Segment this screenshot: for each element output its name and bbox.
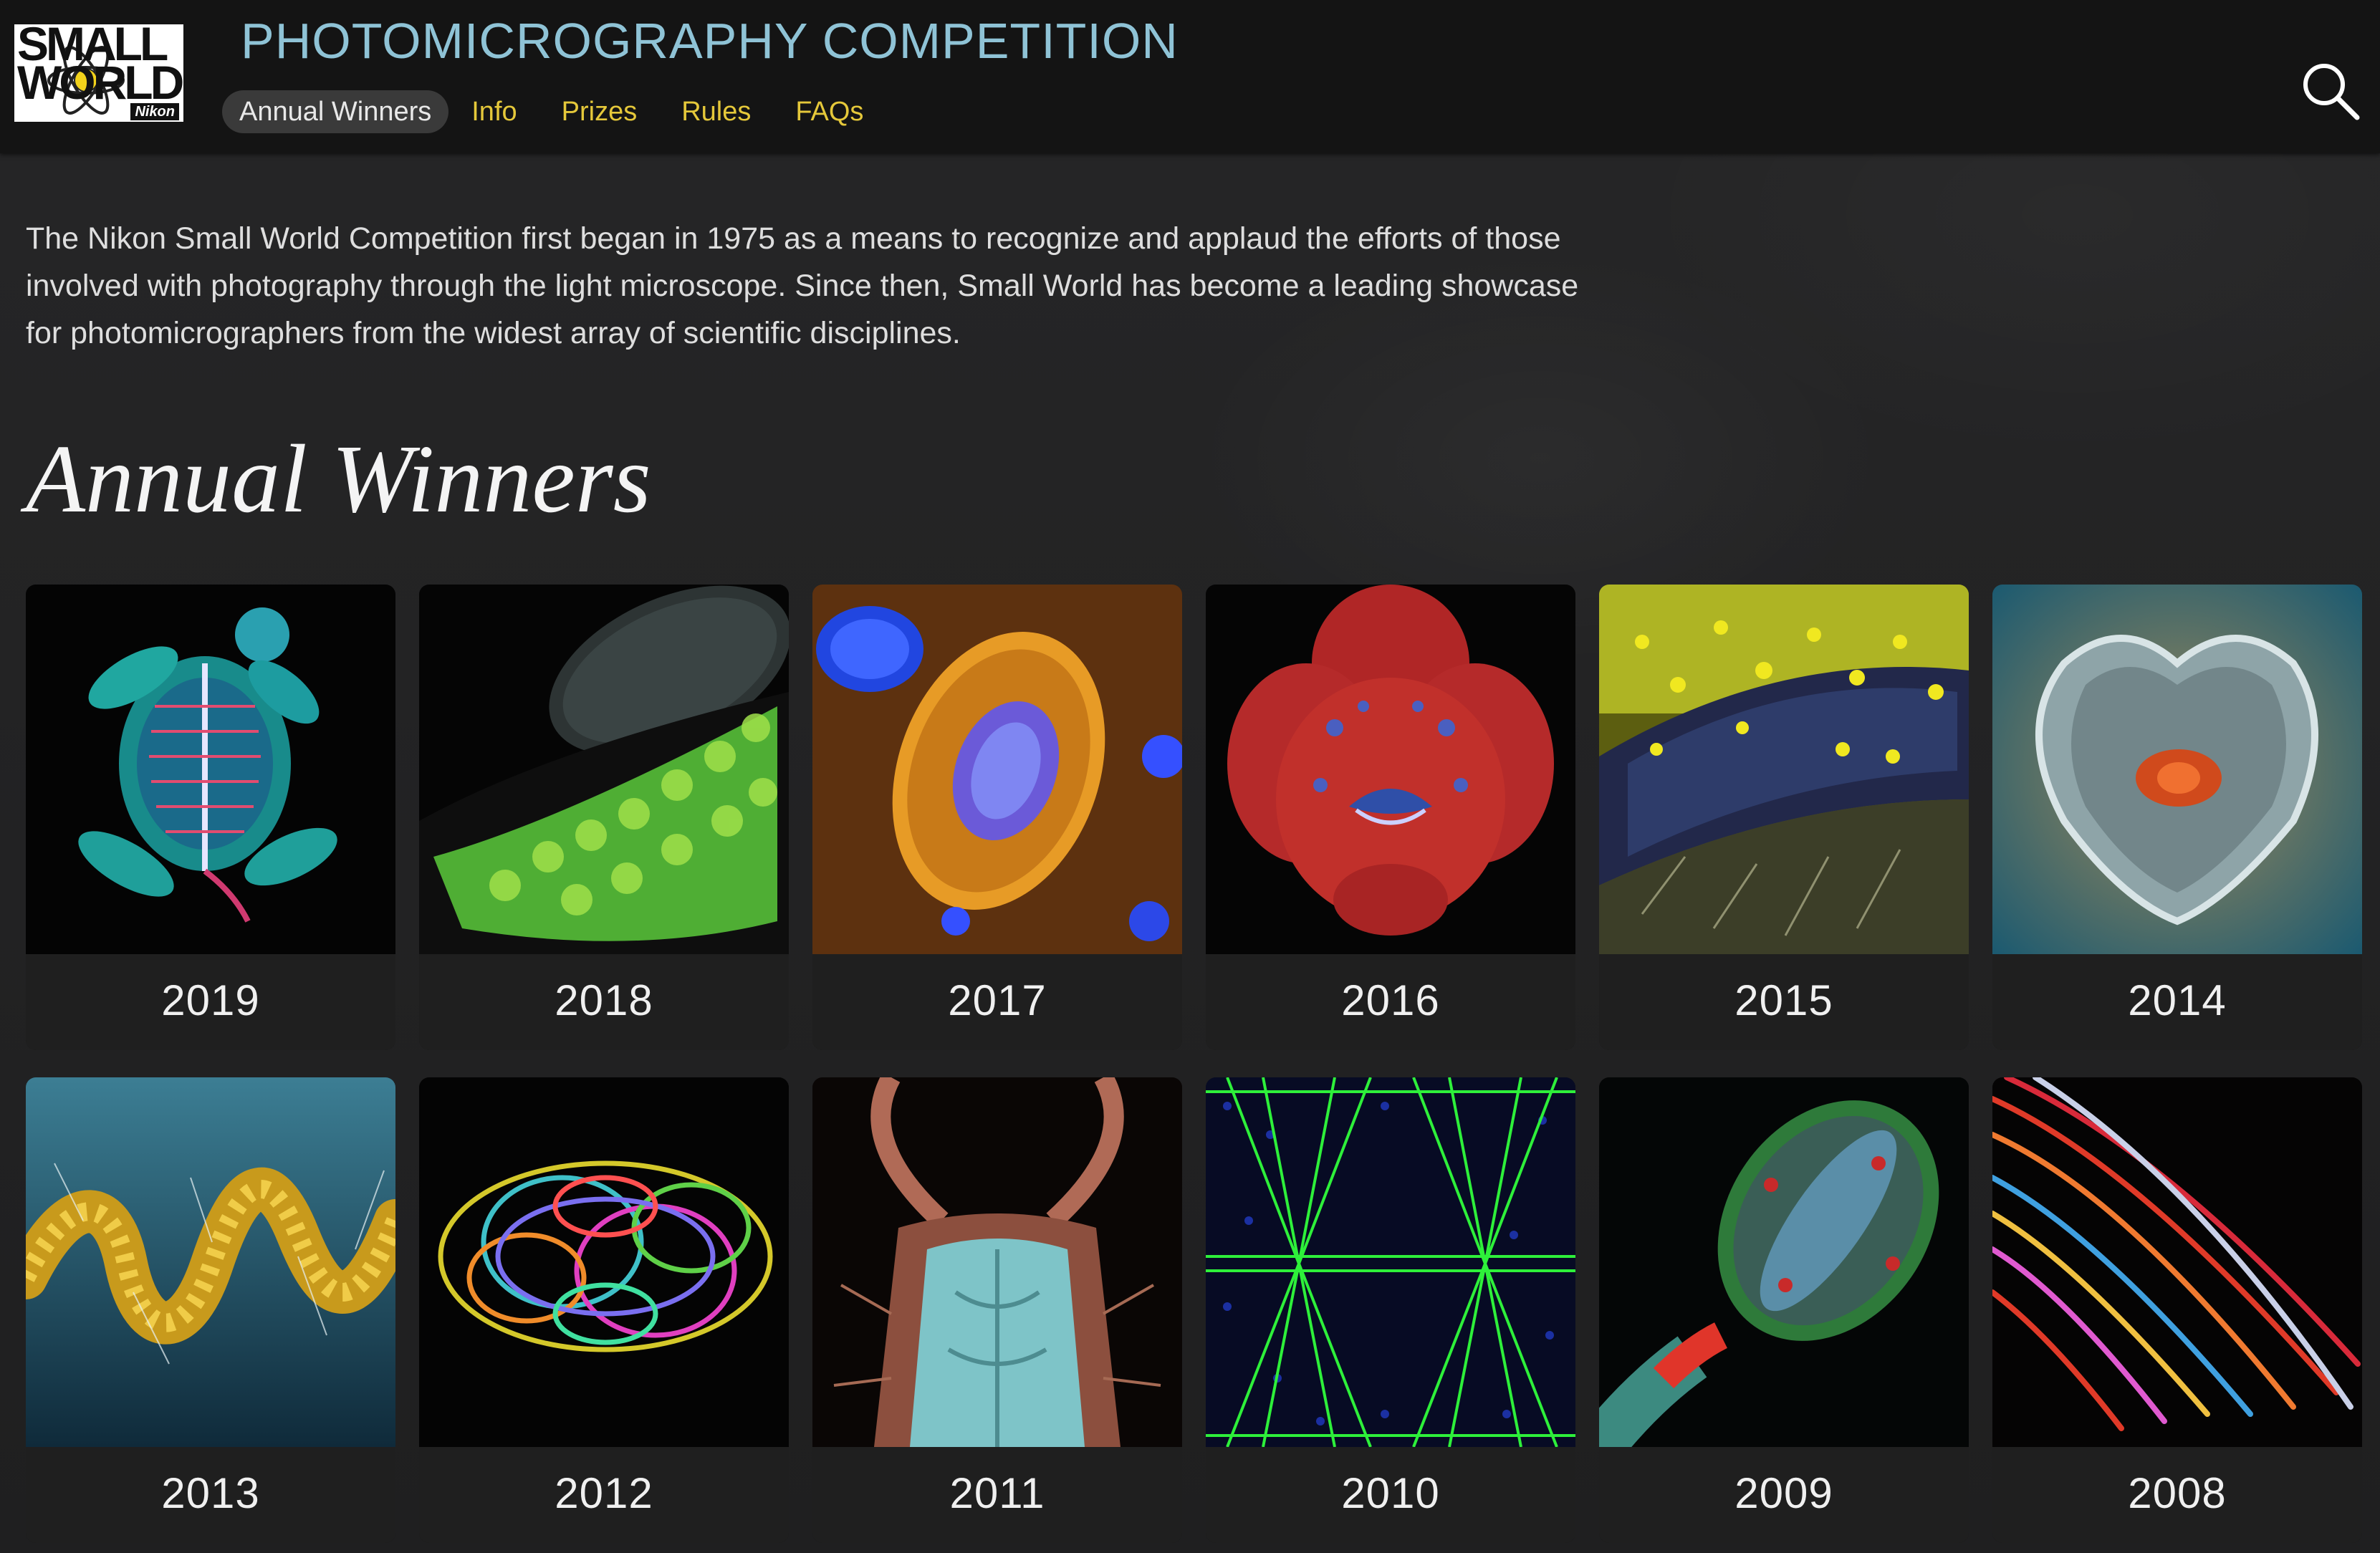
winner-image-2008 [1992,1077,2362,1447]
small-world-logo[interactable]: SMALL WORLD Nikon [14,20,184,122]
winner-year-label: 2014 [1992,954,2362,1050]
winner-year-label: 2008 [1992,1447,2362,1543]
logo-text-line2: WORLD [17,56,184,109]
section-title: Annual Winners [26,425,651,533]
winner-card-2010[interactable]: 2010 [1206,1077,1575,1543]
winner-card-2015[interactable]: 2015 [1599,585,1969,1050]
winner-card-2012[interactable]: 2012 [419,1077,789,1543]
winner-card-2013[interactable]: 2013 [26,1077,395,1543]
winner-card-2017[interactable]: 2017 [812,585,1182,1050]
site-header: SMALL WORLD Nikon PHOTOMICROGRAPHY COMPE… [0,0,2380,153]
winner-image-2012 [419,1077,789,1447]
winner-card-2019[interactable]: 2019 [26,585,395,1050]
winner-year-label: 2015 [1599,954,1969,1050]
nav-faqs[interactable]: FAQs [774,90,885,133]
winner-year-label: 2016 [1206,954,1575,1050]
nav-info[interactable]: Info [450,90,538,133]
winner-year-label: 2009 [1599,1447,1969,1543]
winner-year-label: 2013 [26,1447,395,1543]
winner-image-2010 [1206,1077,1575,1447]
page: SMALL WORLD Nikon PHOTOMICROGRAPHY COMPE… [0,0,2380,1553]
winner-image-2013 [26,1077,395,1447]
winner-card-2009[interactable]: 2009 [1599,1077,1969,1543]
winner-card-2014[interactable]: 2014 [1992,585,2362,1050]
winner-year-label: 2012 [419,1447,789,1543]
site-title[interactable]: PHOTOMICROGRAPHY COMPETITION [241,9,1179,73]
nav-annual-winners[interactable]: Annual Winners [222,90,449,133]
winner-year-label: 2017 [812,954,1182,1050]
winner-image-2017 [812,585,1182,954]
winner-card-2011[interactable]: 2011 [812,1077,1182,1543]
winner-image-2011 [812,1077,1182,1447]
intro-paragraph: The Nikon Small World Competition first … [26,221,1579,350]
winner-image-2009 [1599,1077,1969,1447]
winner-year-label: 2018 [419,954,789,1050]
main-nav: Annual Winners Info Prizes Rules FAQs [222,89,886,135]
logo-brand: Nikon [130,103,179,120]
search-icon[interactable] [2300,60,2361,122]
winner-year-label: 2019 [26,954,395,1050]
nav-rules[interactable]: Rules [660,90,772,133]
winner-year-label: 2011 [812,1447,1182,1543]
winner-image-2018 [419,585,789,954]
winner-image-2016 [1206,585,1575,954]
winner-card-2018[interactable]: 2018 [419,585,789,1050]
nav-prizes[interactable]: Prizes [540,90,659,133]
winner-card-2008[interactable]: 2008 [1992,1077,2362,1543]
winner-year-label: 2010 [1206,1447,1575,1543]
winner-image-2019 [26,585,395,954]
winner-card-2016[interactable]: 2016 [1206,585,1575,1050]
winner-image-2015 [1599,585,1969,954]
winner-image-2014 [1992,585,2362,954]
